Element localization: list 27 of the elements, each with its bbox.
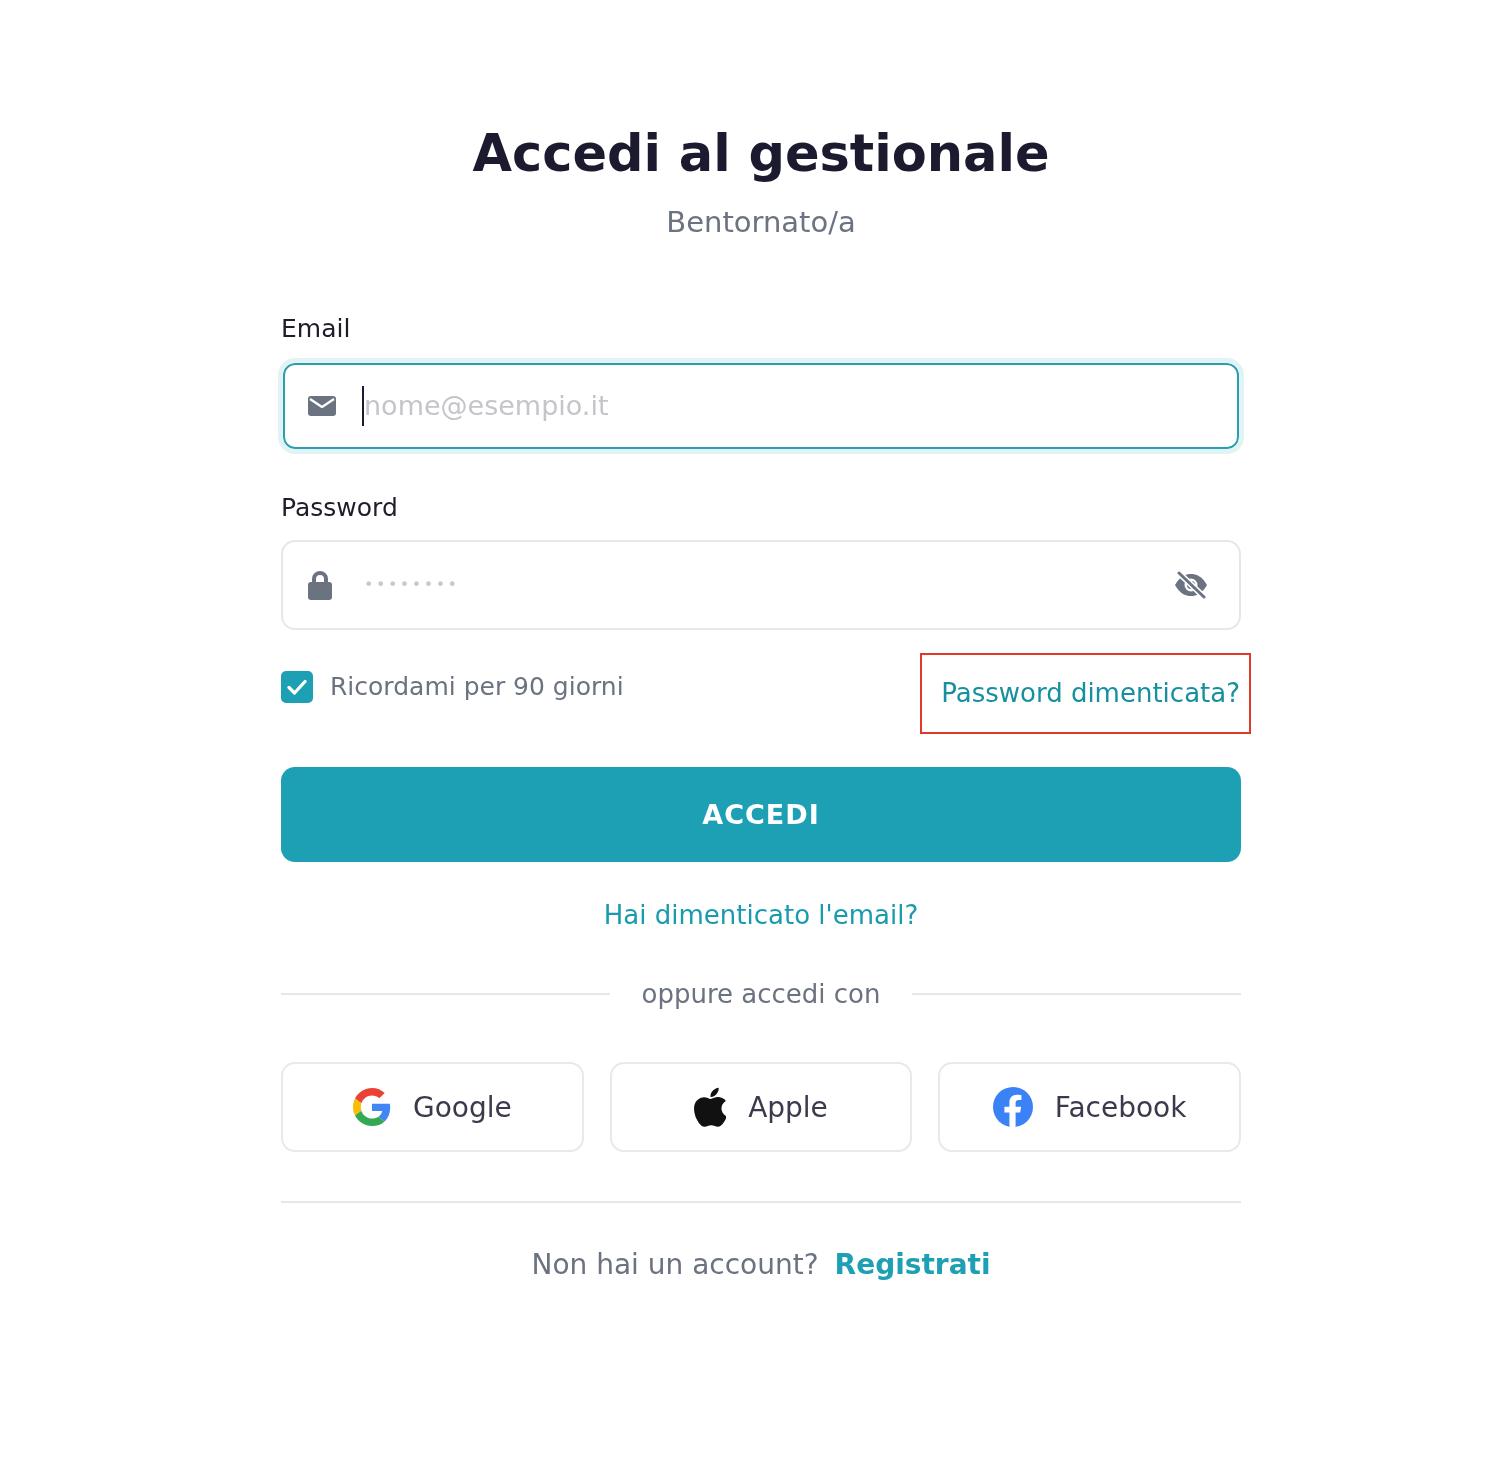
- forgot-password-link[interactable]: Password dimenticata?: [920, 653, 1251, 734]
- google-login-button[interactable]: Google: [281, 1062, 584, 1152]
- email-label: Email: [281, 314, 351, 344]
- login-button[interactable]: ACCEDI: [281, 767, 1241, 862]
- check-icon: [287, 679, 307, 695]
- password-placeholder: ••••••••: [364, 575, 460, 595]
- forgot-email-link[interactable]: Hai dimenticato l'email?: [603, 899, 919, 931]
- remember-checkbox[interactable]: [281, 671, 313, 703]
- eye-slash-icon[interactable]: [1173, 571, 1209, 599]
- email-placeholder: nome@esempio.it: [364, 389, 609, 423]
- signup-prompt: Non hai un account?: [531, 1249, 819, 1281]
- remember-me-label: Ricordami per 90 giorni: [330, 671, 624, 703]
- password-field[interactable]: ••••••••: [281, 540, 1241, 630]
- facebook-logo-icon: [992, 1087, 1033, 1127]
- subtitle: Bentornato/a: [666, 204, 856, 240]
- divider-text: oppure accedi con: [641, 978, 881, 1010]
- lock-icon: [308, 570, 332, 600]
- text-cursor: [362, 386, 364, 426]
- apple-logo-icon: [694, 1087, 727, 1127]
- email-field[interactable]: nome@esempio.it: [278, 358, 1244, 454]
- envelope-icon: [308, 396, 336, 416]
- password-label: Password: [281, 493, 398, 523]
- google-g-icon: [352, 1088, 391, 1126]
- page-title: Accedi al gestionale: [472, 123, 1050, 185]
- facebook-login-button[interactable]: Facebook: [938, 1062, 1241, 1152]
- apple-login-button[interactable]: Apple: [609, 1062, 913, 1152]
- register-link[interactable]: Registrati: [834, 1249, 991, 1281]
